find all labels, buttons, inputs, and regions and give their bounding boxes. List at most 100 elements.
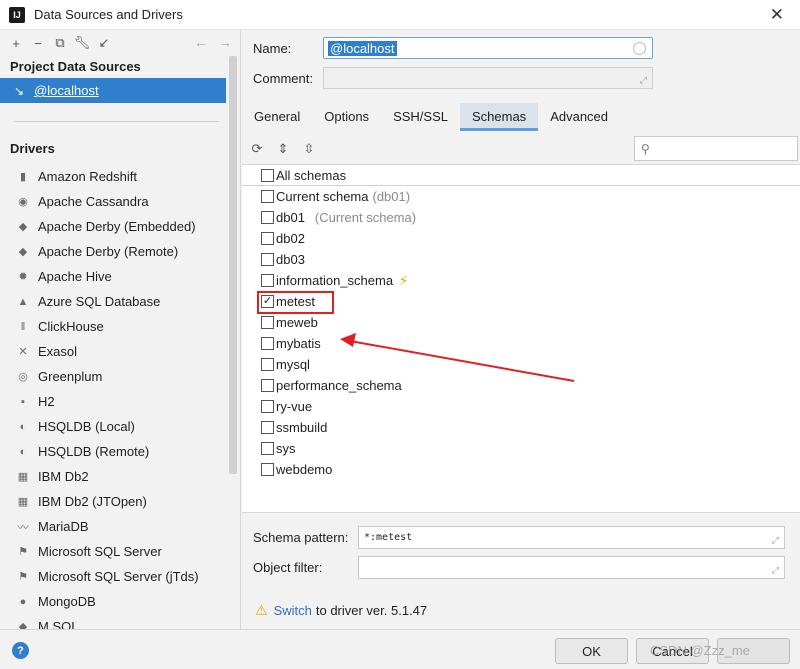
checkbox[interactable] bbox=[261, 168, 274, 182]
schema-item-ry-vue[interactable]: ry-vue bbox=[242, 396, 800, 417]
driver-label: IBM Db2 bbox=[38, 469, 89, 484]
driver-label: MariaDB bbox=[38, 519, 89, 534]
schema-item-mybatis[interactable]: mybatis bbox=[242, 333, 800, 354]
switch-driver-link[interactable]: Switch bbox=[274, 603, 312, 618]
schema-item-meweb[interactable]: meweb bbox=[242, 312, 800, 333]
schema-item-performance-schema[interactable]: performance_schema bbox=[242, 375, 800, 396]
checkbox[interactable] bbox=[261, 337, 274, 350]
checkbox[interactable] bbox=[261, 421, 274, 434]
driver-item-mariadb[interactable]: 〰 MariaDB bbox=[0, 514, 240, 539]
schema-item-ssmbuild[interactable]: ssmbuild bbox=[242, 417, 800, 438]
checkbox[interactable] bbox=[261, 358, 274, 371]
schema-item-db01[interactable]: db01 (Current schema) bbox=[242, 207, 800, 228]
schema-item-webdemo[interactable]: webdemo bbox=[242, 459, 800, 480]
forward-arrow-icon[interactable]: → bbox=[218, 34, 232, 50]
warning-icon: ⚠ bbox=[255, 602, 268, 618]
tab-options[interactable]: Options bbox=[312, 103, 381, 131]
driver-label: Azure SQL Database bbox=[38, 294, 161, 309]
expand-icon[interactable]: ⤢ bbox=[640, 75, 647, 86]
driver-item-apache-derby-embedded[interactable]: ◆ Apache Derby (Embedded) bbox=[0, 214, 240, 239]
help-icon[interactable]: ? bbox=[12, 642, 29, 659]
schema-item-current[interactable]: Current schema (db01) bbox=[242, 186, 800, 207]
schema-toolbar: ⟳ ⇕ ⇳ ⚲ bbox=[242, 134, 800, 164]
driver-item-mysql[interactable]: ◆ M SQL bbox=[0, 614, 240, 629]
refresh-icon[interactable]: ⟳ bbox=[250, 141, 264, 156]
wrench-icon[interactable]: 🔧︎ bbox=[74, 35, 91, 51]
checkbox[interactable] bbox=[261, 253, 274, 266]
checkbox[interactable] bbox=[261, 442, 274, 455]
driver-label: Microsoft SQL Server (jTds) bbox=[38, 569, 199, 584]
checkbox[interactable] bbox=[261, 211, 274, 224]
schema-label: mybatis bbox=[276, 336, 321, 351]
data-source-localhost[interactable]: ↘ @localhost bbox=[0, 78, 226, 103]
driver-item-apache-derby-remote[interactable]: ◆ Apache Derby (Remote) bbox=[0, 239, 240, 264]
driver-item-clickhouse[interactable]: ‖ ClickHouse bbox=[0, 314, 240, 339]
checkbox[interactable] bbox=[261, 379, 274, 392]
comment-input[interactable]: ⤢ bbox=[323, 67, 653, 89]
driver-item-hsqldb-local[interactable]: ◐ HSQLDB (Local) bbox=[0, 414, 240, 439]
mssql-icon: ⚑ bbox=[18, 546, 28, 558]
tab-schemas[interactable]: Schemas bbox=[459, 103, 539, 131]
expand-icon[interactable]: ⤢ bbox=[772, 566, 779, 576]
driver-item-greenplum[interactable]: ◎ Greenplum bbox=[0, 364, 240, 389]
cancel-button[interactable]: Cancel bbox=[636, 638, 709, 664]
driver-label: Amazon Redshift bbox=[38, 169, 137, 184]
title-bar: IJ Data Sources and Drivers ✕ bbox=[0, 0, 800, 30]
left-scrollbar[interactable] bbox=[229, 56, 237, 474]
checkbox[interactable] bbox=[261, 190, 274, 203]
expand-all-icon[interactable]: ⇕ bbox=[276, 141, 290, 156]
schema-item-information-schema[interactable]: information_schema ⚡ bbox=[242, 270, 800, 291]
schema-label: webdemo bbox=[276, 462, 333, 477]
expand-icon[interactable]: ⤢ bbox=[772, 536, 779, 546]
object-filter-input[interactable]: ⤢ bbox=[358, 556, 785, 579]
tab-ssh-ssl[interactable]: SSH/SSL bbox=[381, 103, 460, 131]
close-icon[interactable]: ✕ bbox=[770, 5, 784, 25]
schema-search-input[interactable]: ⚲ bbox=[634, 136, 798, 161]
pattern-section: Schema pattern: *:metest ⤢ Object filter… bbox=[242, 512, 800, 584]
name-input[interactable]: @localhost bbox=[323, 37, 653, 59]
driver-item-h2[interactable]: ▪ H2 bbox=[0, 389, 240, 414]
schema-item-db03[interactable]: db03 bbox=[242, 249, 800, 270]
remove-icon[interactable]: − bbox=[30, 35, 46, 51]
schema-item-all[interactable]: All schemas bbox=[242, 165, 800, 186]
driver-item-azure-sql[interactable]: ▲ Azure SQL Database bbox=[0, 289, 240, 314]
tab-advanced[interactable]: Advanced bbox=[538, 103, 620, 131]
left-panel: + − ⧉ 🔧︎ ↙ ← → Project Data Sources ↘ @l… bbox=[0, 30, 241, 629]
ok-button[interactable]: OK bbox=[555, 638, 628, 664]
comment-label: Comment: bbox=[253, 70, 313, 86]
checkbox[interactable] bbox=[261, 463, 274, 476]
back-arrow-icon[interactable]: ← bbox=[194, 34, 208, 50]
schema-pattern-input[interactable]: *:metest ⤢ bbox=[358, 526, 785, 549]
driver-item-ibm-db2-jtopen[interactable]: ▦ IBM Db2 (JTOpen) bbox=[0, 489, 240, 514]
h2-icon: ▪ bbox=[21, 395, 25, 408]
schema-item-db02[interactable]: db02 bbox=[242, 228, 800, 249]
divider bbox=[14, 121, 219, 122]
color-circle-icon[interactable] bbox=[633, 42, 646, 55]
greenplum-icon: ◎ bbox=[18, 371, 28, 383]
checkbox[interactable] bbox=[261, 316, 274, 329]
driver-label: HSQLDB (Local) bbox=[38, 419, 135, 434]
driver-item-mongodb[interactable]: ● MongoDB bbox=[0, 589, 240, 614]
collapse-all-icon[interactable]: ⇳ bbox=[302, 141, 316, 156]
schema-item-mysql[interactable]: mysql bbox=[242, 354, 800, 375]
driver-item-ibm-db2[interactable]: ▦ IBM Db2 bbox=[0, 464, 240, 489]
schema-label: db01 bbox=[276, 210, 305, 225]
schema-item-sys[interactable]: sys bbox=[242, 438, 800, 459]
driver-item-mssql[interactable]: ⚑ Microsoft SQL Server bbox=[0, 539, 240, 564]
apply-button[interactable] bbox=[717, 638, 790, 664]
driver-item-amazon-redshift[interactable]: ▮ Amazon Redshift bbox=[0, 164, 240, 189]
schema-label: performance_schema bbox=[276, 378, 402, 393]
copy-icon[interactable]: ⧉ bbox=[52, 35, 68, 51]
checkbox[interactable] bbox=[261, 400, 274, 413]
tab-general[interactable]: General bbox=[242, 103, 312, 131]
driver-item-apache-hive[interactable]: ✹ Apache Hive bbox=[0, 264, 240, 289]
add-icon[interactable]: + bbox=[8, 35, 24, 51]
checkbox[interactable] bbox=[261, 274, 274, 287]
driver-item-apache-cassandra[interactable]: ◉ Apache Cassandra bbox=[0, 189, 240, 214]
import-icon[interactable]: ↙ bbox=[96, 35, 112, 51]
checkbox[interactable] bbox=[261, 232, 274, 245]
derby-hat-icon: ◆ bbox=[18, 221, 28, 233]
driver-item-mssql-jtds[interactable]: ⚑ Microsoft SQL Server (jTds) bbox=[0, 564, 240, 589]
driver-item-hsqldb-remote[interactable]: ◐ HSQLDB (Remote) bbox=[0, 439, 240, 464]
driver-item-exasol[interactable]: ✕ Exasol bbox=[0, 339, 240, 364]
